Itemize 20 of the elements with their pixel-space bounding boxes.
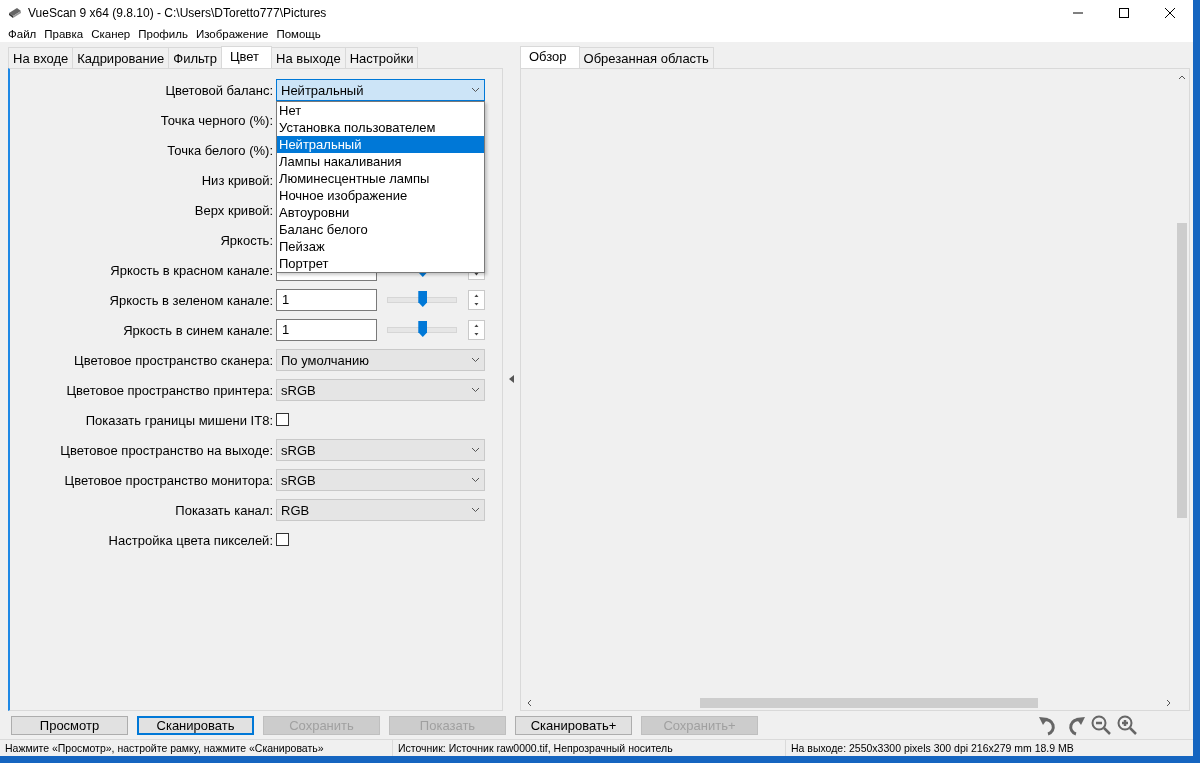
field-label: Низ кривой:: [200, 172, 274, 188]
field-label: Яркость:: [219, 232, 274, 248]
field-label: Точка белого (%):: [166, 142, 274, 158]
field-label: Показать границы мишени IT8:: [84, 412, 274, 428]
field-label: Цветовое пространство на выходе:: [59, 442, 274, 458]
field-label: Яркость в красном канале:: [109, 262, 274, 278]
field-label: Яркость в зеленом канале:: [108, 292, 274, 308]
field-label: Цветовое пространство принтера:: [65, 382, 274, 398]
field-label: Яркость в синем канале:: [122, 322, 274, 338]
status-text: На выходе: 2550x3300 pixels 300 dpi 216x279 mm 18.9 MB: [790, 741, 1075, 756]
field-label: Показать канал:: [174, 502, 274, 518]
field-label: Цветовое пространство сканера:: [73, 352, 274, 368]
field-label: Точка черного (%):: [159, 112, 274, 128]
field-label: Настройка цвета пикселей:: [107, 532, 274, 548]
field-label: Цветовое пространство монитора:: [63, 472, 274, 488]
field-label: Цветовой баланс:: [164, 82, 274, 98]
status-text: Нажмите «Просмотр», настройте рамку, нажмите «Сканировать»: [0, 740, 393, 756]
window-title: VueScan 9 x64 (9.8.10) - C:\Users\DToretto777\Pictures: [27, 5, 328, 20]
status-text: Источник: Источник raw0000.tif, Непрозрачный носитель: [393, 740, 786, 756]
field-label: Верх кривой:: [193, 202, 274, 218]
